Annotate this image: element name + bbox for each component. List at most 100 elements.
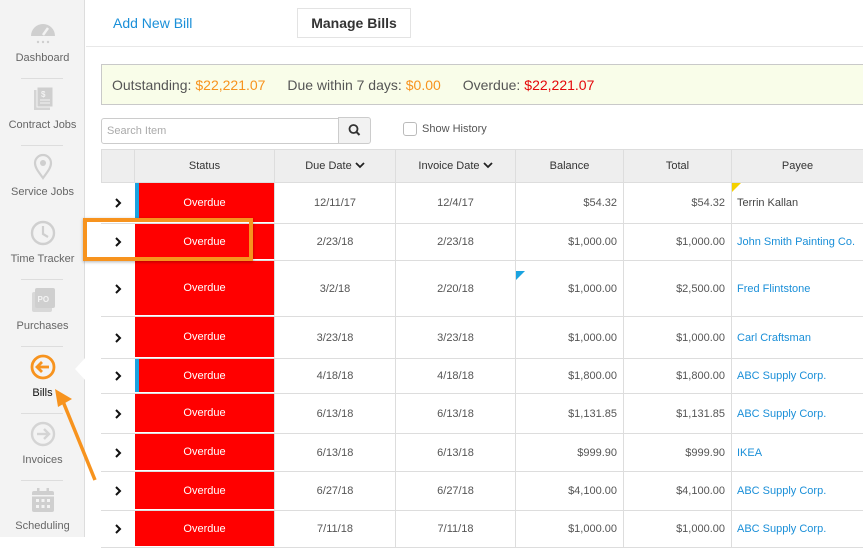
svg-text:$: $	[41, 90, 46, 99]
column-header-label: Balance	[549, 160, 590, 172]
column-header-balance[interactable]: Balance	[516, 149, 624, 183]
sidebar-item-label: Bills	[32, 387, 53, 399]
table-row[interactable]: Overdue 4/18/18 4/18/18 $1,800.00 $1,800.00 A…	[101, 359, 863, 394]
payee-cell[interactable]: ABC Supply Corp.	[732, 511, 863, 547]
payee-cell[interactable]: ABC Supply Corp.	[732, 394, 863, 433]
column-header-due-date[interactable]: Due Date	[275, 149, 396, 183]
calendar-icon	[31, 488, 54, 512]
table-row[interactable]: Overdue 3/2/18 2/20/18 $1,000.00 $2,500.00 Fr…	[101, 261, 863, 317]
expand-row-button[interactable]	[101, 359, 135, 393]
status-text: Overdue	[183, 369, 226, 382]
total-cell: $1,000.00	[624, 511, 732, 547]
show-history-label[interactable]: Show History	[422, 123, 487, 135]
due-date-cell: 6/13/18	[275, 394, 396, 433]
total-cell: $54.32	[624, 183, 732, 223]
payee-name[interactable]: ABC Supply Corp.	[737, 408, 826, 420]
invoice-date-cell: 3/23/18	[396, 317, 516, 358]
divider	[21, 480, 63, 481]
expand-row-button[interactable]	[101, 394, 135, 433]
column-header-payee[interactable]: Payee	[732, 149, 863, 183]
outstanding-label: Outstanding:	[112, 77, 192, 93]
payee-cell[interactable]: ABC Supply Corp.	[732, 359, 863, 393]
payee-cell[interactable]: ABC Supply Corp.	[732, 472, 863, 510]
expand-row-button[interactable]	[101, 261, 135, 316]
sidebar-item-label: Time Tracker	[10, 253, 75, 265]
sidebar-item-invoices[interactable]: Invoices	[0, 420, 85, 466]
arrow-right-circle-icon	[30, 421, 55, 447]
sidebar-item-service-jobs[interactable]: Service Jobs	[0, 152, 85, 198]
sidebar-item-bills[interactable]: Bills	[0, 353, 85, 399]
payee-name[interactable]: Fred Flintstone	[737, 283, 810, 295]
search-icon	[348, 124, 361, 136]
payee-cell[interactable]: Carl Craftsman	[732, 317, 863, 358]
payee-cell[interactable]: Fred Flintstone	[732, 261, 863, 316]
balance-cell: $4,100.00	[516, 472, 624, 510]
table-row[interactable]: Overdue 7/11/18 7/11/18 $1,000.00 $1,000.00 A…	[101, 511, 863, 548]
sidebar-item-scheduling[interactable]: Scheduling	[0, 486, 85, 532]
balance-value: $999.90	[577, 446, 617, 459]
table-row[interactable]: Overdue 2/23/18 2/23/18 $1,000.00 $1,000.00 J…	[101, 224, 863, 261]
table-row[interactable]: Overdue 6/27/18 6/27/18 $4,100.00 $4,100.00 A…	[101, 472, 863, 511]
expand-row-button[interactable]	[101, 224, 135, 260]
expand-row-button[interactable]	[101, 183, 135, 223]
total-cell: $1,000.00	[624, 224, 732, 260]
sidebar-item-time-tracker[interactable]: Time Tracker	[0, 219, 85, 265]
expand-row-button[interactable]	[101, 472, 135, 510]
column-header-label: Total	[665, 160, 690, 172]
divider	[21, 279, 63, 280]
expand-row-button[interactable]	[101, 511, 135, 547]
chevron-right-icon	[115, 237, 122, 247]
chevron-right-icon	[115, 447, 122, 458]
sidebar-item-contract-jobs[interactable]: $ Contract Jobs	[0, 85, 85, 131]
divider	[21, 78, 63, 79]
status-badge: Overdue	[135, 183, 275, 223]
sidebar-item-purchases[interactable]: PO Purchases	[0, 286, 85, 332]
payee-name[interactable]: ABC Supply Corp.	[737, 370, 826, 382]
payee-name: Terrin Kallan	[737, 197, 799, 209]
balance-cell: $1,800.00	[516, 359, 624, 393]
table-row[interactable]: Overdue 3/23/18 3/23/18 $1,000.00 $1,000.00 C…	[101, 317, 863, 359]
sidebar-item-label: Contract Jobs	[8, 119, 77, 131]
payee-name[interactable]: ABC Supply Corp.	[737, 523, 826, 535]
expand-row-button[interactable]	[101, 317, 135, 358]
column-header-total[interactable]: Total	[624, 149, 732, 183]
payee-name[interactable]: ABC Supply Corp.	[737, 485, 826, 497]
payee-name[interactable]: IKEA	[737, 447, 762, 459]
show-history-checkbox[interactable]	[403, 122, 417, 136]
chevron-right-icon	[115, 524, 122, 534]
table-row[interactable]: Overdue 12/11/17 12/4/17 $54.32 $54.32 Terrin…	[101, 183, 863, 224]
search-button[interactable]	[338, 117, 371, 144]
invoice-date-cell: 2/23/18	[396, 224, 516, 260]
balance-value: $1,000.00	[568, 523, 617, 535]
chevron-right-icon	[115, 486, 122, 496]
sidebar-item-label: Invoices	[22, 454, 63, 466]
sidebar-item-dashboard[interactable]: Dashboard	[0, 18, 85, 64]
payee-cell[interactable]: John Smith Painting Co.	[732, 224, 863, 260]
tab-add-new-bill[interactable]: Add New Bill	[113, 15, 192, 31]
chevron-down-icon	[482, 162, 493, 169]
bills-summary: Outstanding: $22,221.07 Due within 7 days…	[101, 64, 863, 105]
chevron-right-icon	[115, 408, 122, 419]
status-badge: Overdue	[135, 261, 275, 316]
payee-name[interactable]: John Smith Painting Co.	[737, 236, 855, 248]
table-row[interactable]: Overdue 6/13/18 6/13/18 $999.90 $999.90 IKEA	[101, 434, 863, 472]
expand-row-button[interactable]	[101, 434, 135, 471]
balance-cell: $1,000.00	[516, 317, 624, 358]
due-within-7-days-value: $0.00	[405, 77, 441, 93]
search-input[interactable]	[101, 118, 339, 144]
tab-manage-bills[interactable]: Manage Bills	[297, 8, 411, 38]
balance-value: $1,000.00	[568, 331, 617, 344]
status-text: Overdue	[183, 196, 226, 209]
total-cell: $1,131.85	[624, 394, 732, 433]
overdue-value: $22,221.07	[524, 77, 595, 93]
outstanding-value: $22,221.07	[195, 77, 266, 93]
table-row[interactable]: Overdue 6/13/18 6/13/18 $1,131.85 $1,131.85 A…	[101, 394, 863, 434]
po-icon: PO	[31, 288, 55, 312]
divider	[21, 413, 63, 414]
overdue-label: Overdue:	[462, 77, 521, 93]
payee-name[interactable]: Carl Craftsman	[737, 332, 811, 344]
payee-cell[interactable]: IKEA	[732, 434, 863, 471]
column-header-invoice-date[interactable]: Invoice Date	[396, 149, 516, 183]
column-header-status[interactable]: Status	[135, 149, 275, 183]
balance-cell: $1,000.00	[516, 511, 624, 547]
